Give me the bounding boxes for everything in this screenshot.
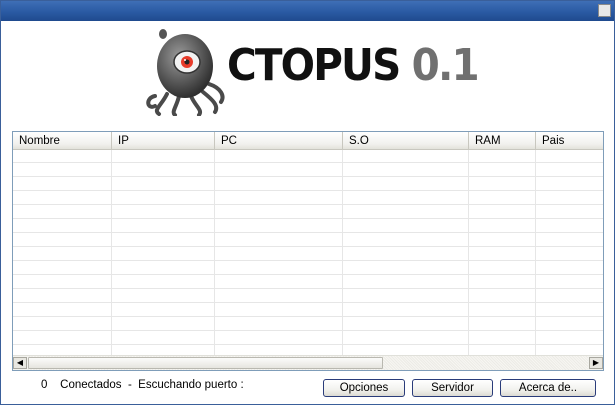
scrollbar-thumb[interactable] xyxy=(28,357,383,369)
about-button[interactable]: Acerca de.. xyxy=(500,379,596,397)
app-window: Octopus v0.1 - 0 Conectados ✕ xyxy=(0,0,615,405)
clients-table[interactable]: Nombre IP PC S.O RAM Pais ◀ ▶ xyxy=(12,131,604,371)
empty-row xyxy=(13,192,603,205)
empty-row xyxy=(13,332,603,345)
close-button[interactable]: ✕ xyxy=(598,4,611,17)
table-body xyxy=(13,150,603,356)
empty-row xyxy=(13,248,603,261)
empty-row xyxy=(13,276,603,289)
scroll-right-button[interactable]: ▶ xyxy=(589,357,603,369)
column-header-pais[interactable]: Pais xyxy=(536,132,603,150)
empty-row xyxy=(13,220,603,233)
scroll-left-button[interactable]: ◀ xyxy=(13,357,27,369)
empty-row xyxy=(13,150,603,163)
server-button[interactable]: Servidor xyxy=(412,379,493,397)
title-bar: Octopus v0.1 - 0 Conectados ✕ xyxy=(1,1,614,38)
logo-name: CTOPUS xyxy=(227,40,401,91)
logo-wordmark: CTOPUS 0.1 xyxy=(227,40,480,92)
column-header-so[interactable]: S.O xyxy=(343,132,469,150)
column-header-ip[interactable]: IP xyxy=(112,132,215,150)
empty-row xyxy=(13,234,603,247)
empty-row xyxy=(13,262,603,275)
empty-row xyxy=(13,178,603,191)
status-text: 0 Conectados - Escuchando puerto : xyxy=(41,379,244,391)
horizontal-scrollbar[interactable]: ◀ ▶ xyxy=(13,355,603,370)
scroll-left-icon: ◀ xyxy=(16,358,24,367)
octopus-mascot-icon xyxy=(146,29,225,116)
column-header-ram[interactable]: RAM xyxy=(469,132,536,150)
table-header: Nombre IP PC S.O RAM Pais xyxy=(13,132,603,150)
empty-row xyxy=(13,304,603,317)
column-header-nombre[interactable]: Nombre xyxy=(13,132,112,150)
empty-row xyxy=(13,206,603,219)
empty-row xyxy=(13,290,603,303)
octopus-logo: CTOPUS 0.1 xyxy=(145,26,480,116)
scroll-right-icon: ▶ xyxy=(592,358,600,367)
column-header-pc[interactable]: PC xyxy=(215,132,343,150)
empty-row xyxy=(13,318,603,331)
options-button[interactable]: Opciones xyxy=(323,379,405,397)
logo-version: 0.1 xyxy=(411,40,480,91)
empty-row xyxy=(13,164,603,177)
